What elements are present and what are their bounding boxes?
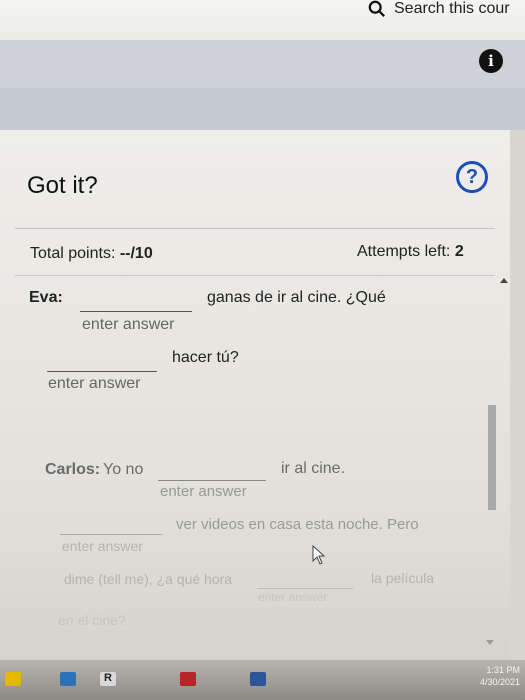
search-icon <box>368 0 385 17</box>
answer-blank-3[interactable] <box>158 480 266 481</box>
divider <box>15 228 495 229</box>
answer-blank-5[interactable] <box>257 588 353 589</box>
sentence-text: ver videos en casa esta noche. Pero <box>176 516 419 533</box>
content-header-band <box>0 88 525 130</box>
sentence-text: ir al cine. <box>281 460 346 477</box>
help-icon[interactable]: ? <box>456 161 488 193</box>
mail-icon[interactable] <box>60 672 76 686</box>
page-title: Got it? <box>27 172 98 199</box>
answer-placeholder-1[interactable]: enter answer <box>82 316 175 334</box>
clock-time: 1:31 PM <box>486 665 521 675</box>
lock-icon[interactable] <box>5 672 21 686</box>
answer-placeholder-2[interactable]: enter answer <box>48 375 141 393</box>
app-icon[interactable] <box>180 672 196 686</box>
answer-blank-2[interactable] <box>47 371 157 372</box>
sentence-text: Yo no <box>103 461 144 478</box>
course-search[interactable]: Search this cour <box>368 0 510 18</box>
scroll-down-arrow[interactable] <box>486 640 494 645</box>
divider <box>15 275 495 276</box>
sentence-text: hacer tú? <box>172 349 239 366</box>
total-points: Total points: --/10 <box>30 245 153 262</box>
r-app-icon[interactable]: R <box>100 672 116 686</box>
speaker-carlos: Carlos: <box>45 461 101 478</box>
attempts-left: Attempts left: 2 <box>357 243 464 260</box>
search-label: Search this cour <box>394 0 510 17</box>
scrollbar-thumb[interactable] <box>488 405 496 510</box>
answer-placeholder-4[interactable]: enter answer <box>62 538 143 554</box>
info-icon[interactable]: i <box>479 49 503 73</box>
answer-blank-1[interactable] <box>80 311 192 312</box>
answer-placeholder-5[interactable]: enter answer <box>258 590 327 604</box>
clock-date: 4/30/2021 <box>480 677 521 687</box>
sentence-text: dime (tell me), ¿a qué hora <box>64 571 233 587</box>
answer-placeholder-3[interactable]: enter answer <box>160 483 247 500</box>
taskbar-clock[interactable]: 1:31 PM 4/30/2021 <box>480 664 520 688</box>
browser-top-bar: Search this cour <box>0 0 525 40</box>
answer-blank-4[interactable] <box>60 534 162 535</box>
course-banner <box>0 40 525 88</box>
cursor-icon <box>312 545 326 565</box>
sentence-text: la película <box>371 570 435 586</box>
speaker-eva: Eva: <box>29 289 63 306</box>
sentence-text: en el cine? <box>58 612 126 628</box>
scroll-up-arrow[interactable] <box>500 278 508 283</box>
word-icon[interactable] <box>250 672 266 686</box>
sentence-text: ganas de ir al cine. ¿Qué <box>207 289 386 306</box>
